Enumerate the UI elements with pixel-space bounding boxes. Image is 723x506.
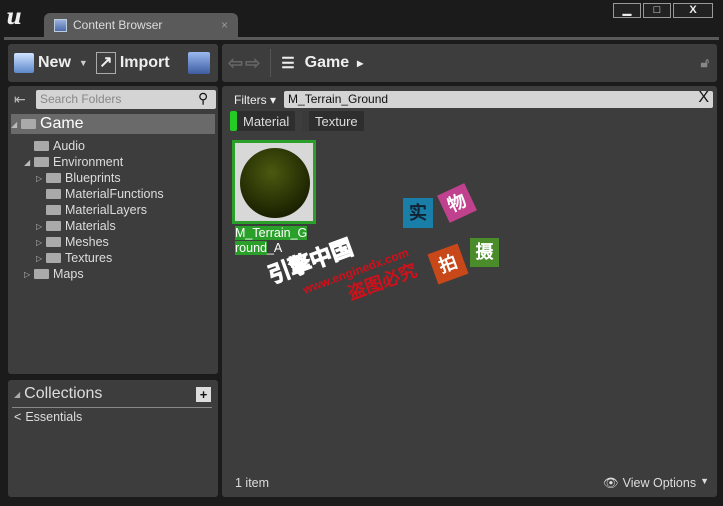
expand-arrow-icon[interactable]: ◢ <box>11 120 21 129</box>
minimize-button[interactable]: ▁ <box>613 3 641 18</box>
content-toolbar: New ▼ ↗ Import <box>8 44 218 82</box>
filter-chip-texture[interactable]: Texture <box>302 111 364 131</box>
collection-item-essentials[interactable]: < Essentials <box>14 410 82 424</box>
filters-dropdown[interactable]: Filters ▾ <box>226 93 284 107</box>
tab-title: Content Browser <box>73 18 163 32</box>
collapse-arrow-icon[interactable]: ◢ <box>14 390 20 399</box>
folder-icon <box>46 173 61 183</box>
folder-item[interactable]: ◢ Environment <box>24 154 123 170</box>
path-list-icon[interactable]: ☰ <box>281 54 294 72</box>
expand-arrow-icon[interactable]: ▷ <box>24 270 34 279</box>
folder-icon <box>46 189 61 199</box>
folder-item[interactable]: Audio <box>24 138 85 154</box>
collections-title: Collections <box>24 385 103 402</box>
navigation-bar: ⇦ ⇨ ☰ Game ▸ 🔓︎ <box>222 44 717 82</box>
folder-item[interactable]: ▷ Textures <box>36 250 112 266</box>
view-options-button[interactable]: 👁︎ View Options ▼ <box>603 476 709 491</box>
watermark-tile: 物 <box>437 183 477 223</box>
sources-toggle-icon[interactable]: ⇤ <box>14 92 30 106</box>
asset-view: Filters ▾ M_Terrain_Ground X Material Te… <box>222 86 717 497</box>
watermark-tile: 实 <box>403 198 433 228</box>
add-collection-button[interactable]: + <box>196 387 211 402</box>
folder-tree: ◢ Game Audio ◢ Environment ▷ Blueprints Materia… <box>8 114 218 364</box>
folder-icon <box>46 253 61 263</box>
sources-panel: ⇤ Search Folders ⚲ ◢ Game Audio ◢ Environmen… <box>8 86 218 374</box>
close-button[interactable]: X <box>673 3 713 18</box>
share-icon: < <box>14 410 22 424</box>
breadcrumb-game[interactable]: Game <box>305 54 349 72</box>
filter-chip-material[interactable]: Material <box>230 111 296 131</box>
asset-search-input[interactable]: M_Terrain_Ground X <box>284 89 713 108</box>
folder-icon <box>34 157 49 167</box>
material-sphere-preview <box>240 148 310 218</box>
expand-arrow-icon[interactable]: ◢ <box>24 158 34 167</box>
folder-icon <box>46 205 61 215</box>
watermark-tile: 摄 <box>470 238 499 267</box>
window-controls: ▁ □ X <box>613 3 713 18</box>
folder-item[interactable]: ▷ Materials <box>36 218 116 234</box>
new-asset-icon <box>14 53 34 73</box>
folder-icon <box>46 237 61 247</box>
import-icon: ↗ <box>95 52 116 74</box>
asset-tile[interactable] <box>232 140 316 224</box>
search-folders-input[interactable]: Search Folders <box>36 90 216 109</box>
tab-underline <box>4 37 719 40</box>
folder-item[interactable]: ▷ Meshes <box>36 234 109 250</box>
folder-icon <box>34 269 49 279</box>
eye-icon: 👁︎ <box>602 476 619 490</box>
folder-item[interactable]: ▷ Maps <box>24 266 84 282</box>
folder-item[interactable]: MaterialFunctions <box>36 186 164 202</box>
save-all-icon[interactable] <box>187 52 210 74</box>
folder-icon <box>46 221 61 231</box>
folder-item[interactable]: ◢ Game <box>11 114 215 134</box>
tab-content-browser[interactable]: Content Browser × <box>44 13 238 37</box>
expand-arrow-icon[interactable]: ▷ <box>36 222 46 231</box>
collections-panel: ◢ Collections + < Essentials <box>8 380 218 497</box>
folder-item[interactable]: MaterialLayers <box>36 202 147 218</box>
breadcrumb-arrow-icon[interactable]: ▸ <box>357 56 363 70</box>
search-icon[interactable]: ⚲ <box>198 90 208 107</box>
folder-icon <box>21 119 36 129</box>
expand-arrow-icon[interactable]: ▷ <box>36 174 46 183</box>
folder-item[interactable]: ▷ Blueprints <box>36 170 121 186</box>
item-count: 1 item <box>235 476 270 490</box>
close-tab-icon[interactable]: × <box>221 18 228 32</box>
watermark-tile: 拍 <box>427 243 469 285</box>
forward-arrow-icon[interactable]: ⇨ <box>245 53 260 74</box>
maximize-button[interactable]: □ <box>643 3 671 18</box>
expand-arrow-icon[interactable]: ▷ <box>36 238 46 247</box>
lock-icon[interactable]: 🔓︎ <box>701 55 709 71</box>
expand-arrow-icon[interactable]: ▷ <box>36 254 46 263</box>
back-arrow-icon[interactable]: ⇦ <box>228 53 243 74</box>
folder-icon <box>34 141 49 151</box>
clear-search-icon[interactable]: X <box>698 89 709 107</box>
filter-active-indicator <box>230 111 237 131</box>
chevron-down-icon[interactable]: ▼ <box>79 58 88 68</box>
asset-thumbnail <box>235 143 313 221</box>
content-browser-icon <box>54 18 67 32</box>
unreal-logo: u <box>6 4 22 30</box>
new-button[interactable]: New <box>38 54 71 72</box>
import-button[interactable]: Import <box>120 54 170 72</box>
